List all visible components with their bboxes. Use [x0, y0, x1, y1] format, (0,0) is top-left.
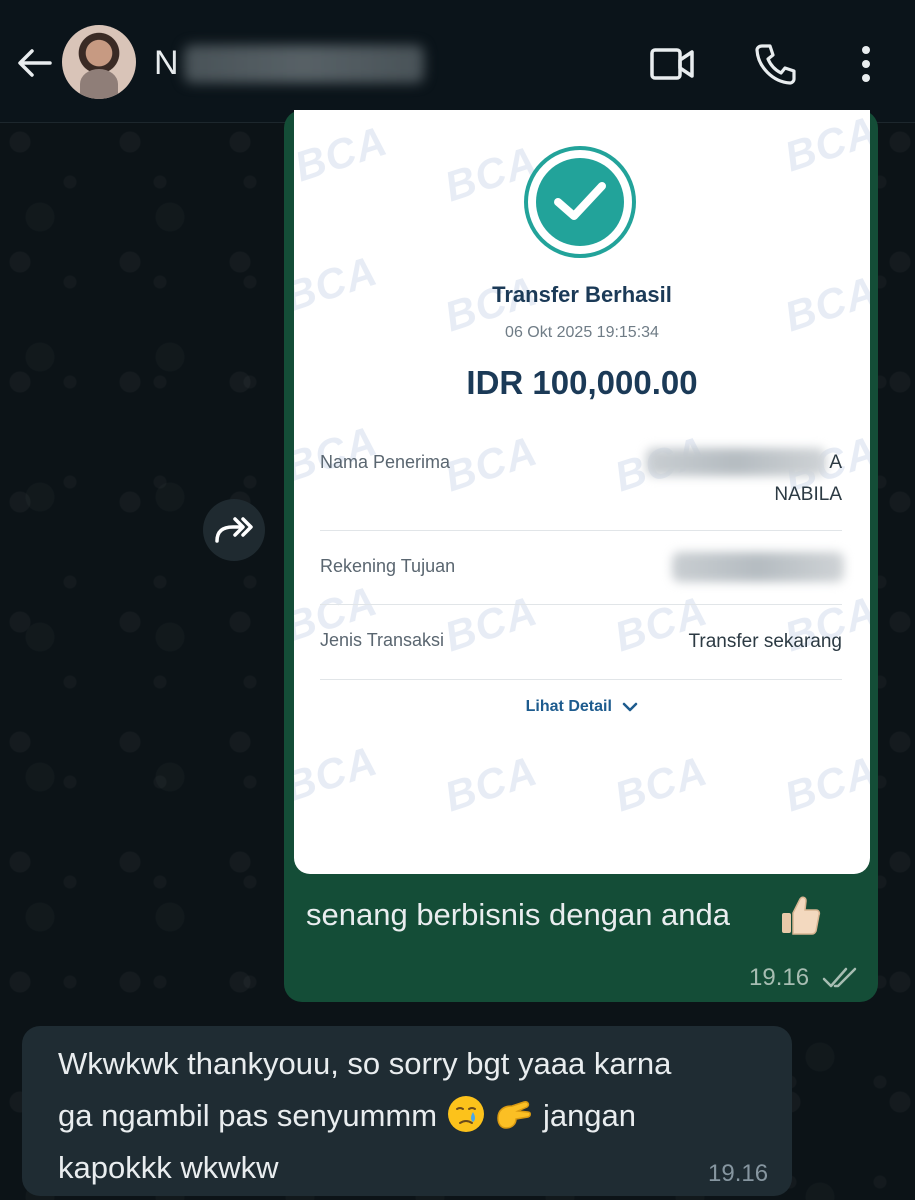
- video-call-icon: [650, 48, 694, 80]
- check-icon: [554, 182, 606, 220]
- forward-button[interactable]: [203, 499, 265, 561]
- forward-icon: [215, 517, 253, 543]
- destination-account-label: Rekening Tujuan: [320, 556, 456, 576]
- incoming-line-2-a: ga ngambil pas senyummm: [58, 1098, 438, 1133]
- transfer-status-title: Transfer Berhasil: [492, 282, 672, 307]
- bca-watermark: BCA: [294, 116, 393, 191]
- outgoing-timestamp: 19.16: [749, 964, 810, 991]
- chevron-down-icon: [623, 702, 638, 712]
- row-divider: [320, 679, 842, 680]
- voice-call-button[interactable]: [752, 40, 800, 88]
- redacted-contact-name: [184, 45, 424, 83]
- contact-name[interactable]: N: [154, 44, 179, 83]
- more-vert-icon: [862, 46, 870, 82]
- success-badge: [524, 146, 636, 258]
- double-check-icon: [822, 967, 857, 988]
- see-detail-link[interactable]: Lihat Detail: [294, 698, 870, 716]
- row-divider: [320, 604, 842, 605]
- recipient-name-line2: NABILA: [774, 484, 842, 505]
- bca-watermark: BCA: [778, 110, 870, 181]
- bca-watermark: BCA: [438, 426, 543, 501]
- bca-watermark: BCA: [608, 746, 713, 821]
- phone-icon: [755, 44, 796, 85]
- redacted-account-number: [672, 552, 844, 582]
- bca-watermark: BCA: [438, 746, 543, 821]
- bca-watermark: BCA: [438, 586, 543, 661]
- redacted-recipient-name: [646, 448, 826, 476]
- incoming-line-3: kapokkk wkwkw: [58, 1150, 279, 1185]
- transfer-amount: IDR 100,000.00: [466, 364, 698, 401]
- transaction-type-label: Jenis Transaksi: [320, 630, 445, 650]
- tear-emoji: [447, 1096, 484, 1132]
- incoming-line-2-b: jangan: [542, 1098, 637, 1133]
- transaction-type-value: Transfer sekarang: [688, 631, 842, 652]
- see-detail-label: Lihat Detail: [525, 698, 612, 715]
- bca-watermark: BCA: [778, 746, 870, 821]
- video-call-button[interactable]: [648, 40, 696, 88]
- outgoing-caption: senang berbisnis dengan anda: [306, 897, 731, 932]
- avatar[interactable]: [62, 25, 136, 99]
- chat-header: N: [0, 0, 915, 123]
- back-arrow-icon: [18, 49, 52, 77]
- incoming-line-1: Wkwkwk thankyouu, so sorry bgt yaaa karn…: [58, 1046, 672, 1081]
- more-options-button[interactable]: [842, 40, 890, 88]
- incoming-line-2: ga ngambil pas senyummm jangan: [58, 1090, 758, 1142]
- recipient-name-label: Nama Penerima: [320, 452, 451, 472]
- incoming-timestamp: 19.16: [708, 1160, 769, 1187]
- incoming-message-text: Wkwkwk thankyouu, so sorry bgt yaaa karn…: [58, 1038, 758, 1194]
- bca-watermark: BCA: [294, 736, 383, 811]
- transfer-datetime: 06 Okt 2025 19:15:34: [505, 324, 659, 341]
- back-button[interactable]: [14, 42, 56, 84]
- row-divider: [320, 530, 842, 531]
- pinch-emoji: [497, 1101, 532, 1129]
- transfer-receipt-image[interactable]: BCA BCA BCA BCA BCA BCA BCA BCA BCA BCA …: [294, 110, 870, 874]
- thumbs-up-emoji: [782, 896, 821, 935]
- recipient-name-end: A: [829, 452, 842, 473]
